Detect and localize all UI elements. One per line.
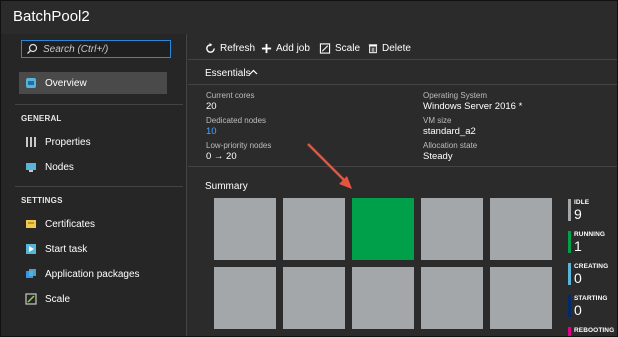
legend-count: 1: [574, 238, 582, 254]
divider: [15, 104, 183, 105]
add-job-label: Add job: [276, 42, 310, 54]
current-cores-value: 20: [206, 101, 217, 112]
vm-size-value: standard_a2: [423, 126, 476, 137]
scale-icon: [25, 293, 37, 305]
legend-label: RUNNING: [574, 231, 606, 238]
low-priority-nodes-value: 0 → 20: [206, 151, 237, 162]
node-tile-idle[interactable]: [283, 198, 345, 260]
search-input[interactable]: [43, 42, 168, 56]
properties-icon: [26, 137, 36, 147]
sidebar-item-start-task[interactable]: Start task: [21, 238, 181, 260]
search-icon: [27, 43, 38, 54]
sidebar-item-label: Scale: [45, 293, 71, 305]
divider: [188, 166, 617, 167]
main-panel: Refresh Add job Scale Delete Essentials …: [188, 34, 617, 336]
allocation-state-value: Steady: [423, 151, 453, 162]
node-tile-idle[interactable]: [421, 198, 483, 260]
legend-color-bar: [568, 263, 571, 285]
node-tile-running[interactable]: [352, 198, 414, 260]
node-tile-idle[interactable]: [214, 198, 276, 260]
sidebar-item-certificates[interactable]: Certificates: [21, 213, 181, 235]
refresh-icon: [206, 42, 215, 53]
legend-count: 0: [574, 270, 582, 286]
chevron-up-icon[interactable]: [249, 69, 258, 75]
legend-label: CREATING: [574, 263, 609, 270]
divider: [15, 186, 183, 187]
sidebar-item-label: Overview: [45, 77, 87, 89]
scale-label: Scale: [335, 42, 361, 54]
delete-label: Delete: [382, 42, 411, 54]
dedicated-nodes-link[interactable]: 10: [206, 126, 217, 137]
section-heading-settings: SETTINGS: [21, 196, 63, 205]
node-tile-idle[interactable]: [214, 267, 276, 329]
sidebar-item-nodes[interactable]: Nodes: [21, 156, 181, 178]
current-cores-label: Current cores: [206, 91, 255, 100]
operating-system-value: Windows Server 2016 *: [423, 101, 523, 112]
legend-label: STARTING: [574, 295, 608, 302]
allocation-state-label: Allocation state: [423, 141, 478, 150]
legend-color-bar: [568, 199, 571, 221]
essentials-header[interactable]: Essentials: [188, 61, 617, 85]
essentials-label: Essentials: [205, 68, 251, 79]
add-job-button[interactable]: Add job: [261, 41, 310, 55]
sidebar-item-label: Properties: [45, 136, 91, 148]
legend-count: 0: [574, 302, 582, 318]
node-tile-idle[interactable]: [283, 267, 345, 329]
search-box[interactable]: [21, 40, 171, 58]
node-tile-idle[interactable]: [490, 198, 552, 260]
portal-window: BatchPool2 Overview GENERAL Prop: [0, 0, 618, 337]
legend-label: IDLE: [574, 199, 590, 206]
sidebar-item-properties[interactable]: Properties: [21, 131, 181, 153]
sidebar-item-label: Start task: [45, 243, 88, 255]
sidebar-item-label: Certificates: [45, 218, 96, 230]
legend-color-bar: [568, 295, 571, 317]
refresh-button[interactable]: Refresh: [205, 41, 255, 55]
plus-icon: [261, 43, 272, 53]
start-task-icon: [26, 244, 36, 254]
node-tile-idle[interactable]: [352, 267, 414, 329]
node-tile-idle[interactable]: [490, 267, 552, 329]
section-heading-general: GENERAL: [21, 114, 62, 123]
sidebar-item-scale[interactable]: Scale: [21, 288, 181, 310]
page-title: BatchPool2: [13, 8, 90, 25]
scale-button[interactable]: Scale: [319, 41, 360, 55]
application-packages-icon: [26, 269, 36, 278]
sidebar-item-label: Nodes: [45, 161, 74, 173]
legend-count: 9: [574, 206, 582, 222]
legend-color-bar: [568, 327, 571, 336]
sidebar: Overview GENERAL Properties Nodes SETTIN…: [1, 34, 187, 336]
certificate-icon: [26, 220, 36, 228]
title-bar: BatchPool2: [1, 1, 617, 34]
dedicated-nodes-label: Dedicated nodes: [206, 116, 267, 125]
nodes-icon: [26, 163, 36, 172]
refresh-label: Refresh: [220, 42, 256, 54]
sidebar-item-label: Application packages: [45, 268, 140, 280]
scale-icon: [319, 42, 331, 54]
legend-label: REBOOTING: [574, 327, 615, 334]
delete-button[interactable]: Delete: [368, 41, 411, 55]
trash-icon: [368, 43, 378, 53]
vm-size-label: VM size: [423, 116, 452, 125]
sidebar-item-application-packages[interactable]: Application packages: [21, 263, 181, 285]
low-priority-nodes-label: Low-priority nodes: [206, 141, 272, 150]
sidebar-item-overview[interactable]: Overview: [19, 72, 167, 94]
overview-icon: [26, 78, 36, 88]
operating-system-label: Operating System: [423, 91, 488, 100]
legend-color-bar: [568, 231, 571, 253]
node-tile-idle[interactable]: [421, 267, 483, 329]
summary-heading: Summary: [205, 181, 248, 192]
command-bar: Refresh Add job Scale Delete: [188, 34, 617, 60]
